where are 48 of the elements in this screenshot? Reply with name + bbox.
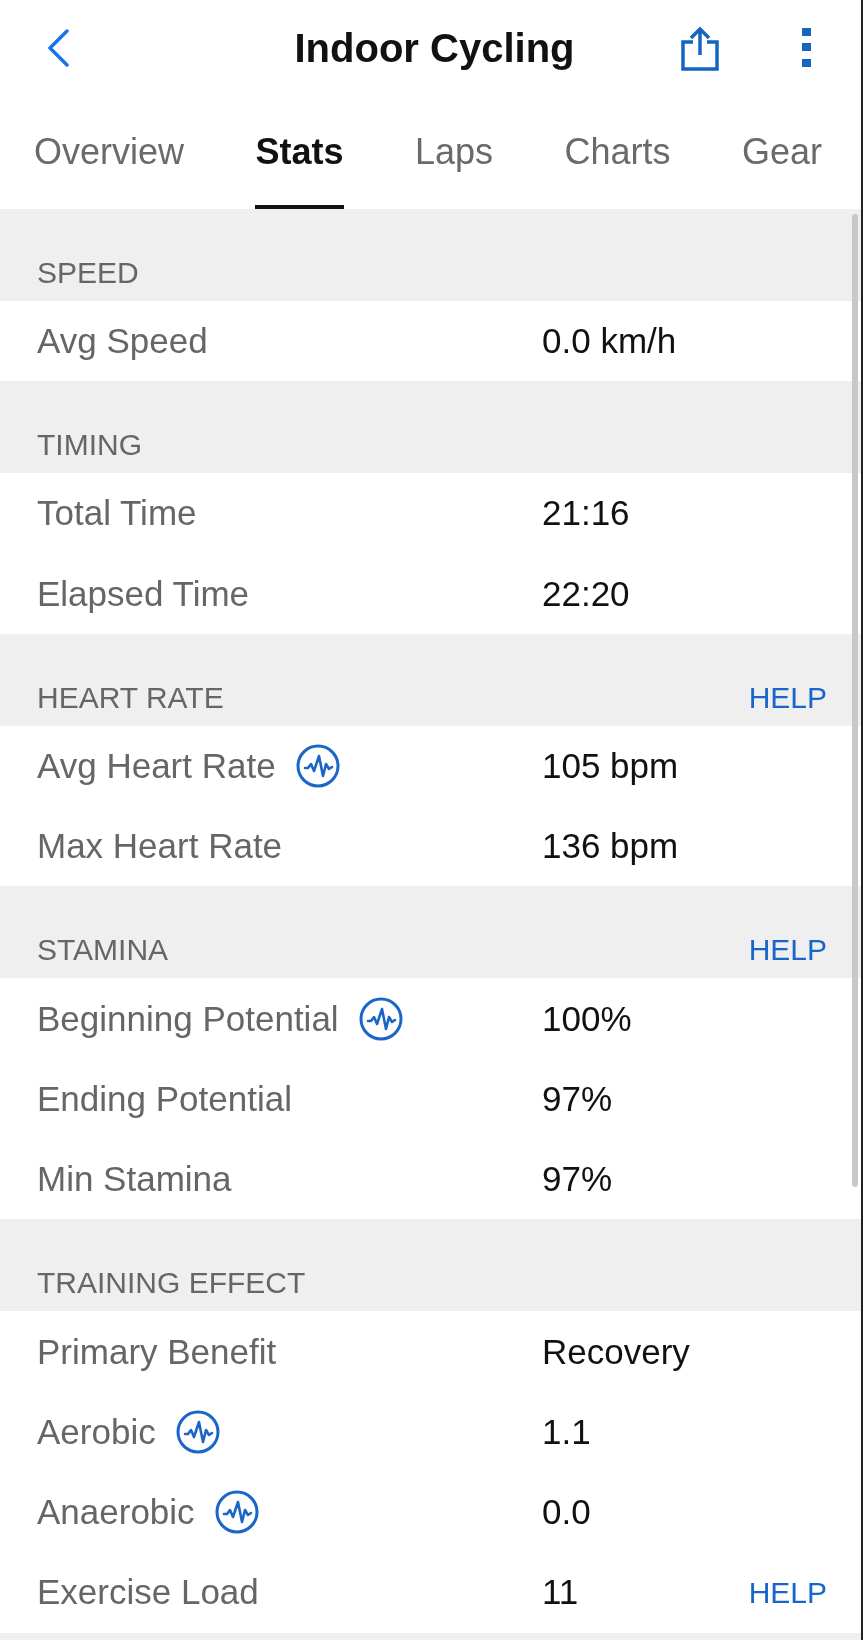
share-icon — [680, 24, 720, 71]
stat-label: Total Time — [37, 492, 197, 535]
stat-label: Min Stamina — [37, 1158, 232, 1201]
help-link[interactable]: HELP — [748, 933, 827, 967]
stat-value: 1.1 — [542, 1410, 592, 1453]
back-button[interactable] — [47, 28, 69, 67]
stat-value: 11 — [542, 1571, 580, 1614]
stat-label: Elapsed Time — [37, 572, 250, 615]
stat-value: Recovery — [542, 1330, 691, 1373]
stat-label: Primary Benefit — [37, 1330, 277, 1373]
tab[interactable]: Overview — [34, 95, 185, 209]
tab[interactable]: Gear — [741, 95, 822, 209]
section-title: HEART RATE — [37, 680, 224, 714]
section-title: TRAINING EFFECT — [37, 1266, 306, 1300]
share-button[interactable] — [680, 24, 720, 71]
tab[interactable]: Stats — [255, 95, 344, 209]
screen-title: Indoor Cycling — [293, 24, 576, 72]
help-link[interactable]: HELP — [748, 680, 827, 714]
stat-label: Aerobic — [37, 1410, 156, 1453]
stat-label: Avg Heart Rate — [37, 745, 276, 788]
pulse-icon[interactable] — [214, 1490, 259, 1535]
stat-value: 0.0 km/h — [542, 320, 678, 363]
stat-value: 21:16 — [542, 492, 631, 535]
section-title: STAMINA — [37, 933, 169, 967]
stat-value: 136 bpm — [542, 825, 680, 868]
stat-value: 97% — [542, 1158, 614, 1201]
more-icon — [802, 28, 811, 67]
stat-value: 100% — [542, 997, 633, 1040]
help-link[interactable]: HELP — [748, 1575, 827, 1609]
back-icon — [47, 28, 69, 67]
pulse-icon[interactable] — [358, 996, 403, 1041]
stat-value: 105 bpm — [542, 745, 680, 788]
section-title: SPEED — [37, 256, 139, 289]
section-title: TIMING — [37, 428, 142, 462]
stat-label: Max Heart Rate — [37, 825, 283, 868]
stat-label: Beginning Potential — [37, 997, 339, 1040]
stat-label: Anaerobic — [37, 1491, 195, 1534]
more-button[interactable] — [802, 28, 811, 67]
pulse-icon[interactable] — [175, 1409, 220, 1454]
stat-value: 22:20 — [542, 572, 631, 615]
tab[interactable]: Laps — [414, 95, 493, 209]
stat-label: Exercise Load — [37, 1571, 259, 1614]
stat-value: 97% — [542, 1077, 614, 1120]
stat-label: Ending Potential — [37, 1077, 292, 1120]
tab[interactable]: Charts — [564, 95, 671, 209]
stat-value: 0.0 — [542, 1491, 592, 1534]
stat-label: Avg Speed — [37, 320, 208, 363]
pulse-icon[interactable] — [295, 744, 340, 789]
